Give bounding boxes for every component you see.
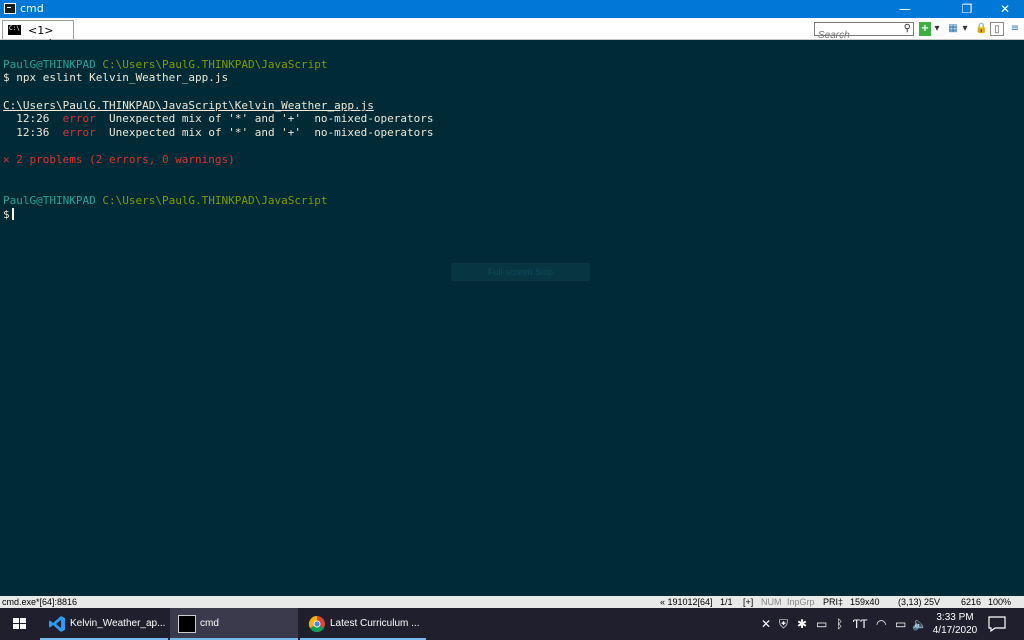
prompt-user: PaulG@THINKPAD	[3, 194, 96, 207]
error-position: 12:36	[16, 126, 50, 139]
command-line: $ npx eslint Kelvin_Weather_app.js	[3, 71, 229, 84]
error-level: error	[62, 112, 96, 125]
taskbar-item-label: cmd	[200, 618, 219, 629]
prompt-path: C:\Users\PaulG.THINKPAD\JavaScript	[102, 194, 328, 207]
error-rule: no-mixed-operators	[314, 112, 434, 125]
prompt-line-2: PaulG@THINKPAD C:\Users\PaulG.THINKPAD\J…	[3, 194, 328, 207]
error-position: 12:26	[16, 112, 50, 125]
status-size: 159x40	[850, 597, 880, 607]
prompt-line-1: PaulG@THINKPAD C:\Users\PaulG.THINKPAD\J…	[3, 58, 328, 71]
layout-icon[interactable]: ▦	[947, 22, 959, 36]
clock-time: 3:33 PM	[936, 612, 974, 623]
lint-summary: ✕ 2 problems (2 errors, 0 warnings)	[3, 153, 235, 166]
wifi-icon[interactable]: ◠	[876, 617, 886, 631]
taskbar-item-label: Kelvin_Weather_ap...	[70, 618, 166, 629]
error-rule: no-mixed-operators	[314, 126, 434, 139]
clock-date: 4/17/2020	[932, 625, 978, 636]
slack-icon[interactable]: ✱	[797, 617, 807, 631]
input-line[interactable]: $	[3, 208, 14, 221]
status-build: « 191012[64]	[660, 597, 713, 607]
xbox-icon[interactable]: ✕	[761, 617, 771, 631]
status-inpgrp: InpGrp	[787, 597, 815, 607]
cmd-app-icon	[4, 3, 16, 14]
taskbar-item-vscode[interactable]: Kelvin_Weather_ap...	[40, 608, 168, 640]
taskbar: Kelvin_Weather_ap... cmd Latest Curricul…	[0, 608, 1024, 640]
status-zoom: 100%	[988, 597, 1012, 607]
status-process: cmd.exe*[64]:8816	[2, 597, 78, 607]
chrome-icon	[308, 615, 325, 633]
console-area[interactable]: PaulG@THINKPAD C:\Users\PaulG.THINKPAD\J…	[0, 40, 1024, 596]
full-screen-snip-overlay[interactable]: Full-screen Snip	[451, 263, 590, 281]
taskbar-item-label: Latest Curriculum ...	[330, 618, 420, 629]
search-box[interactable]: ⚲	[814, 22, 914, 42]
windows-logo-icon	[13, 618, 26, 630]
new-console-dropdown-icon[interactable]: ▾	[932, 22, 942, 36]
minimize-button[interactable]: —	[888, 0, 922, 18]
status-pri: PRI‡	[823, 597, 844, 607]
taskbar-item-chrome[interactable]: Latest Curriculum ...	[300, 608, 426, 640]
lint-error-row: 12:36 error Unexpected mix of '*' and '+…	[3, 126, 434, 139]
status-mem: 6216	[961, 597, 982, 607]
message-icon	[988, 616, 1006, 633]
text-cursor	[11, 208, 14, 220]
tab-cmd[interactable]: C:\ <1> cmd	[2, 20, 74, 50]
vscode-icon	[49, 616, 65, 632]
system-clock[interactable]: 3:33 PM 4/17/2020	[930, 611, 980, 637]
lint-error-row: 12:26 error Unexpected mix of '*' and '+…	[3, 112, 434, 125]
cmd-icon	[178, 615, 196, 633]
error-message: Unexpected mix of '*' and '+'	[109, 112, 302, 125]
status-bar: cmd.exe*[64]:8816 « 191012[64] 1/1 [+] N…	[0, 596, 1024, 608]
status-num: NUM	[761, 597, 782, 607]
status-page: 1/1	[720, 597, 733, 607]
battery-icon[interactable]: ▭	[816, 617, 827, 631]
window-title: cmd	[20, 2, 44, 15]
close-button[interactable]: ✕	[988, 0, 1022, 18]
security-icon[interactable]: ⛨	[779, 617, 788, 631]
search-icon[interactable]: ⚲	[904, 23, 911, 35]
volume-icon[interactable]: 🔈	[912, 617, 927, 631]
layout-dropdown-icon[interactable]: ▾	[960, 22, 970, 36]
window-titlebar[interactable]: cmd — ❐ ✕	[0, 0, 1024, 18]
console-icon: C:\	[8, 25, 21, 35]
prompt-user: PaulG@THINKPAD	[3, 58, 96, 71]
lint-file-path: C:\Users\PaulG.THINKPAD\JavaScript\Kelvi…	[3, 99, 374, 112]
display-icon[interactable]: ▭	[895, 617, 906, 631]
notification-center-icon[interactable]	[988, 616, 1006, 633]
restore-button[interactable]: ❐	[950, 0, 984, 18]
panel-toggle-icon[interactable]: ▯	[990, 22, 1004, 36]
bluetooth-icon[interactable]: ᛒ	[836, 617, 843, 631]
menu-icon[interactable]: ≡	[1008, 22, 1022, 36]
lock-icon[interactable]: 🔒	[975, 22, 987, 36]
taskbar-item-cmd[interactable]: cmd	[170, 608, 298, 640]
prompt-path: C:\Users\PaulG.THINKPAD\JavaScript	[102, 58, 328, 71]
prompt-symbol: $	[3, 208, 10, 221]
start-button[interactable]	[0, 608, 40, 640]
status-plus: [+]	[743, 597, 754, 607]
error-level: error	[62, 126, 96, 139]
error-message: Unexpected mix of '*' and '+'	[109, 126, 302, 139]
font-icon[interactable]: ƬƬ	[853, 617, 868, 631]
status-cursor: (3,13) 25V	[898, 597, 941, 607]
new-console-icon[interactable]: +	[919, 22, 931, 36]
